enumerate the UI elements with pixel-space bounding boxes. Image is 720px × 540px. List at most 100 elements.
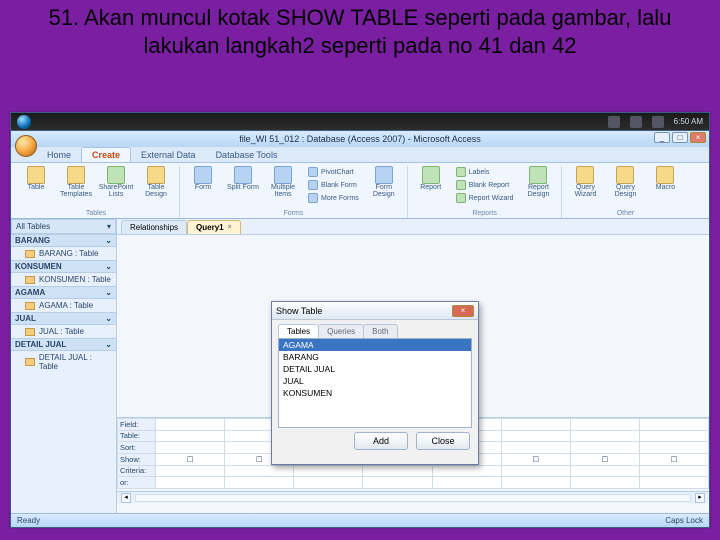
ribbon-btn-more-forms[interactable]: More Forms (306, 192, 361, 204)
tab-external-data[interactable]: External Data (131, 148, 206, 162)
window-titlebar: file_WI 51_012 : Database (Access 2007) … (11, 131, 709, 147)
collapse-icon: ⌄ (105, 340, 112, 349)
chevron-down-icon: ▾ (107, 222, 111, 231)
scroll-left-icon[interactable]: ◂ (121, 493, 131, 503)
nav-header[interactable]: All Tables ▾ (11, 219, 116, 234)
ribbon-btn-multiple-items[interactable]: Multiple Items (266, 166, 300, 204)
show-table-dialog: Show Table × Tables Queries Both AGAMA B… (271, 301, 479, 465)
list-item[interactable]: KONSUMEN (279, 387, 471, 399)
ribbon-btn-report-wizard[interactable]: Report Wizard (454, 192, 516, 204)
list-item[interactable]: BARANG (279, 351, 471, 363)
ribbon: Table Table Templates SharePoint Lists T… (11, 163, 709, 219)
ribbon-btn-form[interactable]: Form (186, 166, 220, 204)
ribbon-btn-macro[interactable]: Macro (648, 166, 682, 198)
nav-section[interactable]: BARANG⌄ (11, 234, 116, 247)
horizontal-scrollbar[interactable]: ◂ ▸ (117, 491, 709, 503)
ribbon-btn-query-design[interactable]: Query Design (608, 166, 642, 198)
tab-database-tools[interactable]: Database Tools (206, 148, 288, 162)
window-minimize-button[interactable]: _ (654, 132, 670, 143)
status-left: Ready (17, 516, 40, 525)
qgrid-row-field: Field: (118, 419, 156, 431)
ribbon-btn-form-design[interactable]: Form Design (367, 166, 401, 204)
dialog-tab-queries[interactable]: Queries (318, 324, 364, 338)
document-tabs: Relationships Query1 × (117, 219, 709, 235)
status-right: Caps Lock (665, 516, 703, 525)
ribbon-btn-report-design[interactable]: Report Design (521, 166, 555, 204)
table-icon (25, 358, 35, 366)
desktop-taskbar: 6:50 AM (11, 113, 709, 131)
nav-item[interactable]: AGAMA : Table (11, 299, 116, 312)
access-window: 6:50 AM file_WI 51_012 : Database (Acces… (10, 112, 710, 528)
ribbon-group-forms: Form Split Form Multiple Items PivotChar… (180, 166, 408, 218)
status-bar: Ready Caps Lock (11, 513, 709, 527)
dialog-close-btn[interactable]: Close (416, 432, 470, 450)
navigation-pane: All Tables ▾ BARANG⌄ BARANG : Table KONS… (11, 219, 117, 513)
taskbar-app-icon[interactable] (652, 116, 664, 128)
qgrid-row-show: Show: (118, 453, 156, 465)
ribbon-btn-table-design[interactable]: Table Design (139, 166, 173, 198)
dialog-close-button[interactable]: × (452, 305, 474, 317)
close-icon[interactable]: × (228, 224, 232, 231)
window-close-button[interactable]: × (690, 132, 706, 143)
nav-section[interactable]: AGAMA⌄ (11, 286, 116, 299)
collapse-icon: ⌄ (105, 236, 112, 245)
nav-item[interactable]: DETAIL JUAL : Table (11, 351, 116, 373)
taskbar-clock: 6:50 AM (674, 117, 703, 126)
list-item[interactable]: JUAL (279, 375, 471, 387)
dialog-title-text: Show Table (276, 306, 322, 316)
nav-section[interactable]: KONSUMEN⌄ (11, 260, 116, 273)
doc-tab-relationships[interactable]: Relationships (121, 220, 187, 234)
ribbon-tabs: Home Create External Data Database Tools (11, 147, 709, 163)
taskbar-app-icon[interactable] (608, 116, 620, 128)
table-icon (25, 250, 35, 258)
qgrid-row-table: Table: (118, 430, 156, 442)
dialog-tab-tables[interactable]: Tables (278, 324, 319, 338)
scrollbar-track[interactable] (135, 494, 691, 502)
scroll-right-icon[interactable]: ▸ (695, 493, 705, 503)
start-orb-icon[interactable] (17, 115, 31, 129)
ribbon-btn-pivotchart[interactable]: PivotChart (306, 166, 361, 178)
slide-title: 51. Akan muncul kotak SHOW TABLE seperti… (0, 0, 720, 65)
dialog-titlebar[interactable]: Show Table × (272, 302, 478, 320)
list-item[interactable]: DETAIL JUAL (279, 363, 471, 375)
ribbon-group-other: Query Wizard Query Design Macro Other (562, 166, 688, 218)
dialog-table-list[interactable]: AGAMA BARANG DETAIL JUAL JUAL KONSUMEN (278, 338, 472, 428)
ribbon-btn-blank-report[interactable]: Blank Report (454, 179, 516, 191)
ribbon-group-label: Forms (283, 210, 303, 218)
nav-item[interactable]: KONSUMEN : Table (11, 273, 116, 286)
doc-tab-query1[interactable]: Query1 × (187, 220, 241, 234)
ribbon-btn-labels[interactable]: Labels (454, 166, 516, 178)
ribbon-group-label: Tables (86, 210, 106, 218)
collapse-icon: ⌄ (105, 314, 112, 323)
collapse-icon: ⌄ (105, 262, 112, 271)
qgrid-row-or: or: (118, 477, 156, 489)
nav-header-label: All Tables (16, 222, 50, 231)
list-item[interactable]: AGAMA (279, 339, 471, 351)
qgrid-row-sort: Sort: (118, 442, 156, 454)
dialog-add-button[interactable]: Add (354, 432, 408, 450)
ribbon-btn-blank-form[interactable]: Blank Form (306, 179, 361, 191)
window-maximize-button[interactable]: □ (672, 132, 688, 143)
ribbon-btn-sharepoint-lists[interactable]: SharePoint Lists (99, 166, 133, 198)
dialog-tabs: Tables Queries Both (272, 320, 478, 338)
nav-item[interactable]: JUAL : Table (11, 325, 116, 338)
window-title-text: file_WI 51_012 : Database (Access 2007) … (239, 134, 481, 144)
collapse-icon: ⌄ (105, 288, 112, 297)
qgrid-row-criteria: Criteria: (118, 465, 156, 477)
ribbon-btn-table[interactable]: Table (19, 166, 53, 198)
dialog-tab-both[interactable]: Both (363, 324, 397, 338)
taskbar-app-icon[interactable] (630, 116, 642, 128)
ribbon-btn-table-templates[interactable]: Table Templates (59, 166, 93, 198)
nav-item[interactable]: BARANG : Table (11, 247, 116, 260)
ribbon-btn-split-form[interactable]: Split Form (226, 166, 260, 204)
ribbon-btn-report[interactable]: Report (414, 166, 448, 204)
nav-section[interactable]: DETAIL JUAL⌄ (11, 338, 116, 351)
nav-section[interactable]: JUAL⌄ (11, 312, 116, 325)
table-icon (25, 302, 35, 310)
tab-create[interactable]: Create (81, 147, 131, 162)
office-button-icon[interactable] (15, 135, 37, 157)
table-icon (25, 328, 35, 336)
ribbon-group-label: Other (617, 210, 635, 218)
tab-home[interactable]: Home (37, 148, 81, 162)
ribbon-btn-query-wizard[interactable]: Query Wizard (568, 166, 602, 198)
